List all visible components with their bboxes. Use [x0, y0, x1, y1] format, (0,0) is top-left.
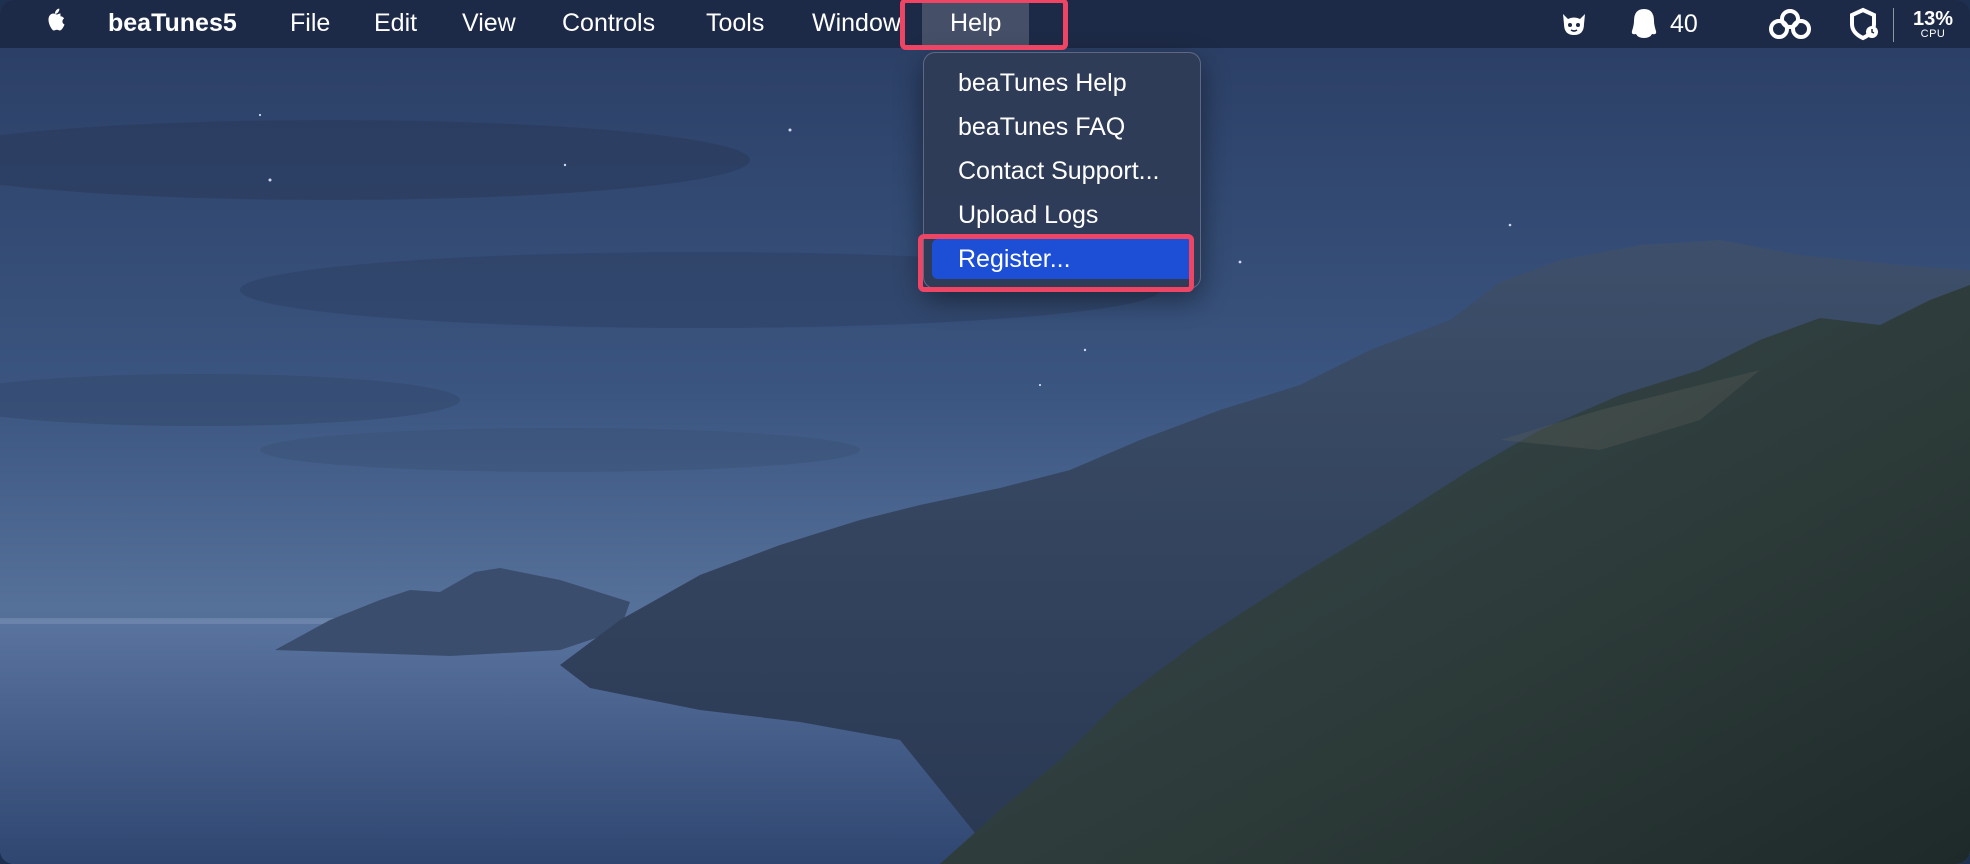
desktop: beaTunes5 File Edit View Controls Tools … [0, 0, 1970, 864]
qq-count: 40 [1670, 9, 1698, 38]
cpu-monitor[interactable]: 13% CPU [1908, 0, 1958, 48]
penguin-icon[interactable] [1630, 0, 1658, 48]
menu-view[interactable]: View [462, 0, 516, 48]
menu-file[interactable]: File [290, 0, 330, 48]
menu-item-upload-logs[interactable]: Upload Logs [932, 195, 1194, 235]
menu-item-beatunes-faq[interactable]: beaTunes FAQ [932, 107, 1194, 147]
shield-clock-icon[interactable] [1850, 0, 1880, 48]
cpu-label: CPU [1920, 27, 1946, 40]
register-item-highlight [918, 234, 1194, 292]
menu-window[interactable]: Window [812, 0, 901, 48]
menu-tools[interactable]: Tools [706, 0, 764, 48]
app-menu-beatunes5[interactable]: beaTunes5 [108, 0, 237, 48]
help-menu-highlight [900, 0, 1068, 50]
apple-icon[interactable] [40, 0, 70, 48]
cloud-icon[interactable] [1768, 0, 1812, 48]
status-divider [1893, 8, 1894, 42]
menu-item-contact-support[interactable]: Contact Support... [932, 151, 1194, 191]
menu-controls[interactable]: Controls [562, 0, 655, 48]
menu-edit[interactable]: Edit [374, 0, 417, 48]
menu-item-beatunes-help[interactable]: beaTunes Help [932, 63, 1194, 103]
cat-face-icon[interactable] [1558, 0, 1590, 48]
cpu-percent: 13% [1912, 7, 1954, 30]
